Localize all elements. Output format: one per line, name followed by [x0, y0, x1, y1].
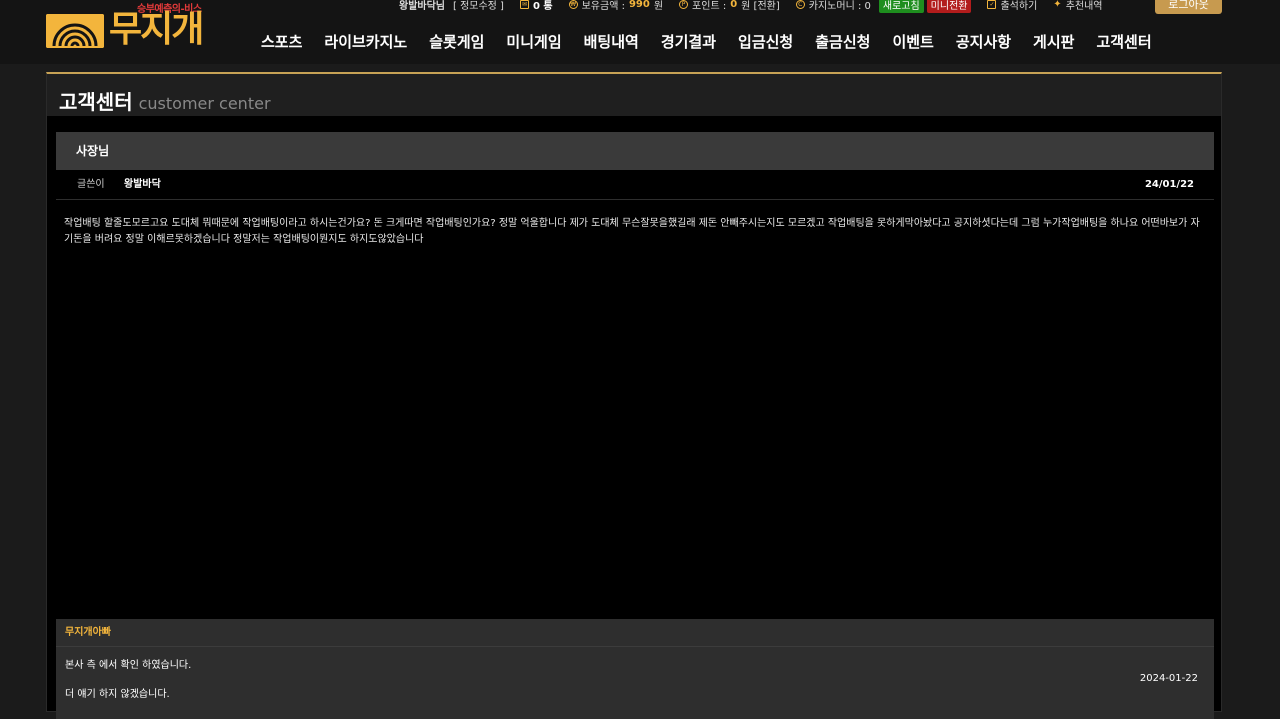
nav-sports[interactable]: 스포츠	[250, 30, 313, 54]
admin-reply: 무지개아빠 본사 측 에서 확인 하였습니다. 더 얘기 하지 않겠습니다. 2…	[56, 619, 1214, 719]
points-convert: 원 [전환]	[741, 0, 780, 12]
balance-display: ₩ 보유금액 : 990 원	[568, 0, 664, 12]
username: 왕발바닥님	[399, 0, 445, 12]
casino-money: 카지노머니 : 0	[808, 0, 871, 12]
recommend-label: 추천내역	[1065, 0, 1103, 12]
post-body: 작업배팅 할줄도모르고요 도대체 뭐때문에 작업배팅이라고 하시는건가요? 돈 …	[64, 218, 1200, 245]
attendance-link[interactable]: ✓ 출석하기	[987, 0, 1037, 12]
reply-line-2: 더 얘기 하지 않겠습니다.	[65, 689, 170, 700]
nav-board[interactable]: 게시판	[1022, 30, 1085, 54]
post-title: 사장님	[56, 132, 1214, 170]
nav-customer-center[interactable]: 고객센터	[1085, 30, 1162, 54]
post-author: 왕발바닥	[124, 179, 161, 190]
site-header: 승부예측의-비스 무지개 왕발바닥님 [ 정모수정 ] ✉ 0 통 ₩ 보유금액…	[0, 0, 1280, 64]
nav-mini-games[interactable]: 미니게임	[495, 30, 572, 54]
person-plus-icon: ✦	[1053, 0, 1062, 10]
attendance-label: 출석하기	[1000, 0, 1038, 12]
user-name: 왕발바닥님 [ 정모수정 ]	[399, 0, 504, 12]
calendar-check-icon: ✓	[987, 0, 997, 9]
casino-money-display: C 카지노머니 : 0	[795, 0, 871, 12]
recommend-link[interactable]: ✦ 추천내역	[1053, 0, 1102, 12]
rainbow-logo-icon	[46, 14, 104, 48]
balance-amount: 990	[628, 0, 650, 10]
points-icon: P	[679, 0, 689, 9]
refresh-button[interactable]: 새로고침	[878, 0, 924, 13]
page-subtitle: customer center	[138, 94, 271, 113]
nav-live-casino[interactable]: 라이브카지노	[313, 30, 418, 54]
user-level: [ 정모수정 ]	[453, 0, 504, 12]
reply-author: 무지개아빠	[56, 619, 1214, 647]
points-label: 포인트 :	[692, 0, 727, 12]
site-logo[interactable]: 승부예측의-비스 무지개	[44, 0, 214, 56]
nav-match-results[interactable]: 경기결과	[650, 30, 727, 54]
nav-betting-history[interactable]: 배팅내역	[573, 30, 650, 54]
customer-center-panel: 고객센터 customer center 사장님 글쓴이 왕발바닥 24/01/…	[46, 72, 1222, 719]
post-date: 24/01/22	[1144, 179, 1194, 190]
won-icon: ₩	[568, 0, 578, 9]
messages-count: 0 통	[532, 0, 553, 12]
nav-events[interactable]: 이벤트	[881, 30, 944, 54]
page-title: 고객센터	[59, 90, 133, 114]
nav-deposit[interactable]: 입금신청	[727, 30, 804, 54]
messages-link[interactable]: ✉ 0 통	[519, 0, 553, 12]
logo-name: 무지개	[109, 9, 204, 50]
balance-label: 보유금액 :	[581, 0, 625, 12]
mini-switch-button[interactable]: 미니전환	[926, 0, 972, 13]
nav-notices[interactable]: 공지사항	[945, 30, 1022, 54]
reply-line-1: 본사 측 에서 확인 하였습니다.	[65, 660, 192, 671]
user-status-bar: 왕발바닥님 [ 정모수정 ] ✉ 0 통 ₩ 보유금액 : 990 원 P 포인…	[399, 0, 1119, 13]
casino-icon: C	[795, 0, 805, 9]
envelope-icon: ✉	[519, 0, 529, 9]
panel-header: 고객센터 customer center	[47, 74, 1221, 116]
nav-withdraw[interactable]: 출금신청	[804, 30, 881, 54]
main-nav: 스포츠 라이브카지노 슬롯게임 미니게임 배팅내역 경기결과 입금신청 출금신청…	[250, 30, 1163, 54]
logout-button[interactable]: 로그아웃	[1155, 0, 1222, 14]
points-display[interactable]: P 포인트 : 0 원 [전환]	[679, 0, 780, 12]
reply-date: 2024-01-22	[1139, 673, 1198, 684]
balance-unit: 원	[653, 0, 664, 12]
post-meta: 글쓴이 왕발바닥 24/01/22	[56, 174, 1214, 200]
author-label: 글쓴이	[77, 179, 105, 190]
points-amount: 0	[730, 0, 738, 10]
nav-slot-games[interactable]: 슬롯게임	[418, 30, 495, 54]
